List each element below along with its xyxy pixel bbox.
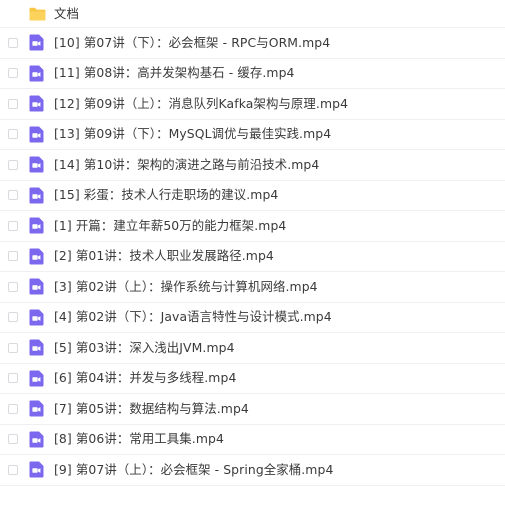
row-checkbox[interactable] [8, 159, 18, 170]
file-name: [11] 第08讲：高并发架构基石 - 缓存.mp4 [54, 65, 295, 81]
file-name: [6] 第04讲：并发与多线程.mp4 [54, 370, 237, 386]
file-name: [1] 开篇：建立年薪50万的能力框架.mp4 [54, 217, 287, 233]
file-name: [2] 第01讲：技术人职业发展路径.mp4 [54, 248, 274, 264]
video-file-icon [28, 34, 45, 51]
file-row[interactable]: [1] 开篇：建立年薪50万的能力框架.mp4 [0, 211, 505, 242]
file-row[interactable]: [2] 第01讲：技术人职业发展路径.mp4 [0, 242, 505, 272]
row-checkbox[interactable] [8, 312, 18, 323]
file-row[interactable]: [15] 彩蛋：技术人行走职场的建议.mp4 [0, 181, 505, 211]
file-row[interactable]: [3] 第02讲（上）：操作系统与计算机网络.mp4 [0, 272, 505, 303]
file-name: [12] 第09讲（上）：消息队列Kafka架构与原理.mp4 [54, 95, 349, 111]
file-name: [8] 第06讲：常用工具集.mp4 [54, 431, 224, 447]
video-file-icon [28, 95, 45, 112]
file-name: [9] 第07讲（上）：必会框架 - Spring全家桶.mp4 [54, 461, 334, 477]
video-file-icon [28, 431, 45, 448]
file-row[interactable]: [8] 第06讲：常用工具集.mp4 [0, 425, 505, 455]
row-checkbox[interactable] [8, 37, 18, 48]
video-file-icon [28, 248, 45, 265]
file-name: [10] 第07讲（下）：必会框架 - RPC与ORM.mp4 [54, 34, 331, 50]
row-checkbox[interactable] [8, 220, 18, 231]
file-row[interactable]: [7] 第05讲：数据结构与算法.mp4 [0, 394, 505, 425]
row-checkbox[interactable] [8, 129, 18, 140]
file-row[interactable]: [13] 第09讲（下）：MySQL调优与最佳实践.mp4 [0, 120, 505, 150]
row-checkbox[interactable] [8, 342, 18, 353]
file-row[interactable]: [9] 第07讲（上）：必会框架 - Spring全家桶.mp4 [0, 455, 505, 486]
file-name: [15] 彩蛋：技术人行走职场的建议.mp4 [54, 187, 279, 203]
file-row[interactable]: [12] 第09讲（上）：消息队列Kafka架构与原理.mp4 [0, 89, 505, 120]
video-file-icon [28, 217, 45, 234]
video-file-icon [28, 400, 45, 417]
row-checkbox[interactable] [8, 434, 18, 445]
file-row[interactable]: [14] 第10讲：架构的演进之路与前沿技术.mp4 [0, 150, 505, 181]
file-row[interactable]: [4] 第02讲（下）：Java语言特性与设计模式.mp4 [0, 303, 505, 333]
file-list: 文档 [10] 第07讲（下）：必会框架 - RPC与ORM.mp4 [11] 第… [0, 0, 505, 486]
folder-icon [29, 5, 46, 22]
file-row[interactable]: [10] 第07讲（下）：必会框架 - RPC与ORM.mp4 [0, 28, 505, 59]
file-name: [13] 第09讲（下）：MySQL调优与最佳实践.mp4 [54, 126, 332, 142]
row-checkbox[interactable] [8, 190, 18, 201]
row-checkbox[interactable] [8, 403, 18, 414]
video-file-icon [28, 339, 45, 356]
video-file-icon [28, 187, 45, 204]
video-file-icon [28, 461, 45, 478]
row-checkbox[interactable] [8, 98, 18, 109]
file-name: [5] 第03讲：深入浅出JVM.mp4 [54, 339, 235, 355]
folder-name: 文档 [54, 5, 79, 21]
file-row[interactable]: [6] 第04讲：并发与多线程.mp4 [0, 364, 505, 394]
file-rows: [10] 第07讲（下）：必会框架 - RPC与ORM.mp4 [11] 第08讲… [0, 28, 505, 486]
row-checkbox[interactable] [8, 251, 18, 262]
row-checkbox[interactable] [8, 281, 18, 292]
row-checkbox[interactable] [8, 373, 18, 384]
row-checkbox[interactable] [8, 464, 18, 475]
video-file-icon [28, 126, 45, 143]
video-file-icon [28, 65, 45, 82]
video-file-icon [28, 370, 45, 387]
row-checkbox[interactable] [8, 68, 18, 79]
file-name: [14] 第10讲：架构的演进之路与前沿技术.mp4 [54, 156, 320, 172]
file-row[interactable]: [11] 第08讲：高并发架构基石 - 缓存.mp4 [0, 59, 505, 89]
video-file-icon [28, 309, 45, 326]
file-name: [4] 第02讲（下）：Java语言特性与设计模式.mp4 [54, 309, 332, 325]
folder-row[interactable]: 文档 [0, 0, 505, 28]
file-name: [3] 第02讲（上）：操作系统与计算机网络.mp4 [54, 278, 318, 294]
file-name: [7] 第05讲：数据结构与算法.mp4 [54, 400, 249, 416]
video-file-icon [28, 156, 45, 173]
video-file-icon [28, 278, 45, 295]
file-row[interactable]: [5] 第03讲：深入浅出JVM.mp4 [0, 333, 505, 364]
